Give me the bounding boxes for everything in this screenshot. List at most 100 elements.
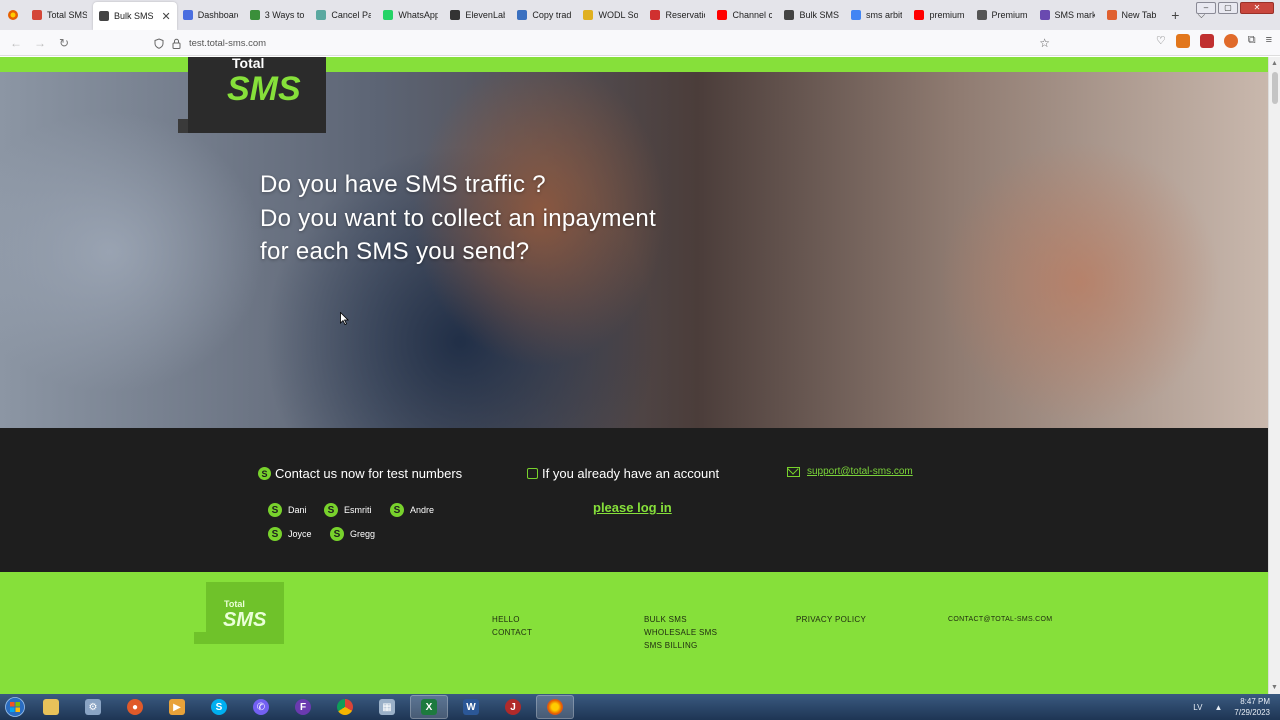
bookmark-star-icon[interactable]: ☆ <box>1039 36 1050 50</box>
browser-tab[interactable]: Bulk SMS <box>778 2 845 28</box>
tab-label: SMS mark <box>1054 10 1095 20</box>
scroll-down-icon[interactable]: ▼ <box>1271 684 1278 691</box>
browser-tab[interactable]: Reservatio <box>644 2 711 28</box>
back-button[interactable]: ← <box>4 36 28 50</box>
browser-tab[interactable]: New Tab <box>1101 2 1163 28</box>
footer-link-email[interactable]: CONTACT@TOTAL-SMS.COM <box>948 613 1052 626</box>
system-tray: LV ▲ 8:47 PM 7/29/2023 <box>1193 696 1270 718</box>
firefox-view-button[interactable] <box>0 0 26 30</box>
tab-favicon-icon <box>32 10 42 20</box>
page-scrollbar[interactable]: ▲ ▼ <box>1268 57 1280 694</box>
browser-tab[interactable]: Total SMS <box>26 2 93 28</box>
clock-time: 8:47 PM <box>1240 697 1270 706</box>
taskbar-app[interactable]: J <box>494 695 532 719</box>
footer-link-wholesale-sms[interactable]: WHOLESALE SMS <box>644 626 717 639</box>
tab-label: Dashboard <box>197 10 238 20</box>
browser-tab[interactable]: WhatsApp <box>377 2 444 28</box>
maximize-button[interactable]: ▢ <box>1218 2 1238 14</box>
login-link[interactable]: please log in <box>593 500 672 515</box>
tab-label: Bulk SMS <box>799 10 839 20</box>
total-sms-logo[interactable]: Total SMS <box>178 57 326 133</box>
footer-link-bulk-sms[interactable]: BULK SMS <box>644 613 717 626</box>
footer-logo-sms-text: SMS <box>223 609 267 631</box>
new-tab-button[interactable]: + <box>1162 7 1188 23</box>
browser-tab[interactable]: WODL Sol <box>577 2 644 28</box>
browser-tab[interactable]: Channel c <box>711 2 778 28</box>
scroll-up-icon[interactable]: ▲ <box>1271 60 1278 67</box>
taskbar-chrome[interactable] <box>326 695 364 719</box>
tab-label: Bulk SMS <box>114 11 154 21</box>
tab-favicon-icon <box>1106 10 1117 20</box>
taskbar-app[interactable]: ● <box>116 695 154 719</box>
tray-expand-icon[interactable]: ▲ <box>1214 703 1222 712</box>
reload-button[interactable]: ↻ <box>52 36 76 50</box>
forward-button[interactable]: → <box>28 36 52 50</box>
minimize-button[interactable]: – <box>1196 2 1216 14</box>
extension-icon[interactable] <box>1199 34 1214 48</box>
url-bar[interactable]: test.total-sms.com ☆ <box>154 33 1054 53</box>
footer-link-sms-billing[interactable]: SMS BILLING <box>644 639 717 652</box>
footer-logo[interactable]: Total SMS <box>194 582 284 644</box>
footer-logo-total-text: Total <box>224 599 245 609</box>
app-f-icon: F <box>295 699 311 715</box>
taskbar-excel[interactable]: X <box>410 695 448 719</box>
browser-tab[interactable]: premium <box>908 2 970 28</box>
browser-tab[interactable]: Dashboard <box>177 2 244 28</box>
close-window-button[interactable]: ✕ <box>1240 2 1274 14</box>
app-icon: J <box>505 699 521 715</box>
browser-tab[interactable]: Bulk SMS ✕ <box>93 2 177 30</box>
tab-favicon-icon <box>914 10 925 20</box>
skype-contact-dani[interactable]: S Dani <box>268 503 307 517</box>
language-indicator[interactable]: LV <box>1193 703 1202 712</box>
mouse-cursor-icon <box>340 312 349 325</box>
skype-contact-gregg[interactable]: S Gregg <box>330 527 375 541</box>
window-controls: – ▢ ✕ <box>1196 2 1274 14</box>
taskbar-skype[interactable]: S <box>200 695 238 719</box>
metamask-icon[interactable] <box>1175 34 1190 48</box>
logo-sms-text: SMS <box>227 70 301 108</box>
taskbar-media[interactable]: ▶ <box>158 695 196 719</box>
taskbar-app[interactable]: F <box>284 695 322 719</box>
footer: Total SMS HELLO CONTACT BULK SMS WHOLESA… <box>0 572 1268 694</box>
account-heading-text: If you already have an account <box>542 466 720 481</box>
taskbar-calculator[interactable]: ▦ <box>368 695 406 719</box>
taskbar-viber[interactable]: ✆ <box>242 695 280 719</box>
contact-name: Gregg <box>350 529 376 539</box>
skype-contact-joyce[interactable]: S Joyce <box>268 527 312 541</box>
scrollbar-thumb[interactable] <box>1272 72 1278 104</box>
menu-icon[interactable]: ≡ <box>1266 34 1272 48</box>
url-text[interactable]: test.total-sms.com <box>189 38 266 49</box>
skype-contact-andre[interactable]: S Andre <box>390 503 434 517</box>
toolbar-extensions: ♡ ⧉ ≡ <box>1156 34 1272 48</box>
browser-tab[interactable]: Cancel Pa <box>310 2 377 28</box>
extensions-puzzle-icon[interactable]: ⧉ <box>1248 34 1256 48</box>
browser-tab[interactable]: ElevenLab <box>444 2 511 28</box>
browser-tab[interactable]: 3 Ways to <box>244 2 311 28</box>
web-page: Total SMS Do you have SMS traffic ? Do y… <box>0 57 1268 694</box>
browser-tab[interactable]: Copy trad <box>511 2 577 28</box>
taskbar-explorer[interactable] <box>32 695 70 719</box>
account-heading: If you already have an account <box>527 466 719 481</box>
footer-link-privacy-policy[interactable]: PRIVACY POLICY <box>796 613 866 626</box>
skype-contact-esmriti[interactable]: S Esmriti <box>324 503 372 517</box>
taskbar-word[interactable]: W <box>452 695 490 719</box>
footer-link-contact[interactable]: CONTACT <box>492 626 532 639</box>
browser-tab[interactable]: SMS mark <box>1034 2 1101 28</box>
envelope-icon <box>787 466 800 477</box>
contact-name: Dani <box>288 505 307 515</box>
tab-favicon-icon <box>583 10 594 20</box>
footer-link-hello[interactable]: HELLO <box>492 613 532 626</box>
pocket-icon[interactable]: ♡ <box>1156 34 1166 48</box>
tab-favicon-icon <box>316 10 327 20</box>
taskbar-app[interactable]: ⚙ <box>74 695 112 719</box>
taskbar-firefox[interactable] <box>536 695 574 719</box>
browser-tab[interactable]: Premium <box>971 2 1034 28</box>
tab-close-icon[interactable]: ✕ <box>162 10 171 23</box>
start-button[interactable] <box>0 694 30 720</box>
support-email-link[interactable]: support@total-sms.com <box>807 466 913 477</box>
tab-favicon-icon <box>249 10 260 20</box>
clock[interactable]: 8:47 PM 7/29/2023 <box>1234 696 1270 718</box>
browser-tab[interactable]: sms arbit <box>845 2 909 28</box>
logo-total-text: Total <box>232 57 264 71</box>
extension-icon[interactable] <box>1223 34 1238 48</box>
